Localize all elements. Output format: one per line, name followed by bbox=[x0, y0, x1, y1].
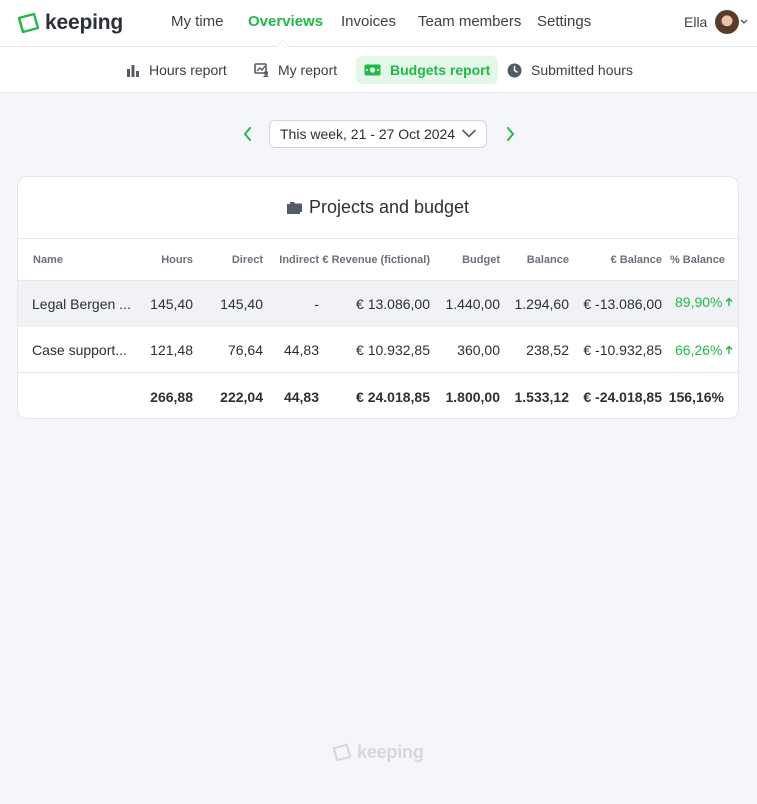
totals-row: 266,88 222,04 44,83 € 24.018,85 1.800,00… bbox=[18, 374, 738, 418]
card-header: Projects and budget bbox=[18, 177, 738, 239]
hours-value: 121,48 bbox=[150, 341, 193, 358]
chevron-right-icon bbox=[506, 127, 514, 141]
folder-icon bbox=[286, 202, 302, 214]
keeping-logo-icon bbox=[17, 12, 40, 34]
chevron-left-icon bbox=[243, 127, 251, 141]
avatar bbox=[715, 10, 740, 34]
active-nav-caret bbox=[276, 39, 290, 47]
footer-logo: keeping bbox=[332, 742, 424, 763]
table-row[interactable]: Case support... 121,48 76,64 44,83 € 10.… bbox=[18, 327, 738, 373]
tab-my-report[interactable]: My report bbox=[246, 56, 345, 84]
column-header[interactable]: € Revenue (fictional) bbox=[322, 240, 430, 280]
app-name: keeping bbox=[45, 11, 123, 34]
nav-my-time[interactable]: My time bbox=[171, 13, 224, 30]
column-header[interactable]: Indirect bbox=[279, 240, 319, 280]
total-balance: 1.533,12 bbox=[514, 389, 570, 405]
project-name[interactable]: Legal Bergen ... bbox=[32, 281, 131, 327]
money-icon bbox=[364, 64, 381, 76]
previous-period-button[interactable] bbox=[238, 124, 256, 144]
total-eur-balance: € -24.018,85 bbox=[583, 389, 662, 405]
total-hours: 266,88 bbox=[150, 389, 193, 405]
balance-value: 238,52 bbox=[526, 341, 569, 358]
project-name[interactable]: Case support... bbox=[32, 327, 127, 372]
bar-chart-icon bbox=[127, 65, 139, 77]
indirect-value: 44,83 bbox=[283, 341, 319, 358]
column-header[interactable]: Budget bbox=[462, 240, 500, 280]
balance-value: 1.294,60 bbox=[514, 296, 570, 312]
tab-submitted-hours[interactable]: Submitted hours bbox=[499, 56, 641, 84]
budget-value: 360,00 bbox=[457, 341, 500, 358]
budget-value: 1.440,00 bbox=[445, 296, 501, 312]
tab-label: Hours report bbox=[149, 62, 227, 78]
column-header[interactable]: Balance bbox=[527, 240, 569, 280]
tab-hours-report[interactable]: Hours report bbox=[118, 56, 235, 84]
tab-label: Submitted hours bbox=[531, 62, 633, 78]
tab-budgets-report[interactable]: Budgets report bbox=[356, 56, 499, 84]
period-label: This week, 21 - 27 Oct 2024 bbox=[280, 126, 456, 142]
user-chart-icon bbox=[254, 63, 269, 77]
column-header[interactable]: Name bbox=[33, 240, 63, 280]
chevron-down-icon bbox=[740, 19, 748, 24]
app-logo[interactable]: keeping bbox=[17, 11, 123, 35]
nav-overviews[interactable]: Overviews bbox=[248, 13, 323, 30]
direct-value: 76,64 bbox=[227, 341, 263, 358]
user-menu[interactable]: Ella bbox=[684, 10, 748, 34]
pct-balance-text: 89,90% bbox=[675, 294, 723, 310]
report-tabs: Hours report My report Budgets report Su… bbox=[0, 47, 757, 93]
card-title: Projects and budget bbox=[308, 197, 470, 217]
total-revenue: € 24.018,85 bbox=[356, 389, 430, 405]
user-name: Ella bbox=[684, 14, 708, 30]
total-pct-balance: 156,16% bbox=[668, 389, 724, 405]
direct-value: 145,40 bbox=[220, 296, 263, 312]
revenue-value: € 10.932,85 bbox=[356, 341, 430, 358]
hours-value: 145,40 bbox=[150, 296, 193, 312]
total-direct: 222,04 bbox=[220, 389, 263, 405]
chevron-down-icon bbox=[462, 129, 476, 138]
nav-invoices[interactable]: Invoices bbox=[341, 13, 396, 30]
top-navigation: keeping My time Overviews Invoices Team … bbox=[0, 0, 757, 47]
indirect-value: - bbox=[314, 296, 319, 312]
column-header[interactable]: % Balance bbox=[670, 240, 725, 280]
period-select[interactable]: This week, 21 - 27 Oct 2024 bbox=[269, 120, 487, 148]
total-indirect: 44,83 bbox=[283, 389, 319, 405]
pct-balance-value: 89,90% bbox=[675, 279, 733, 325]
keeping-logo-icon bbox=[332, 743, 352, 762]
pct-balance-text: 66,26% bbox=[675, 341, 723, 358]
column-header[interactable]: Hours bbox=[161, 240, 193, 280]
revenue-value: € 13.086,00 bbox=[356, 296, 430, 312]
projects-budget-card: Projects and budget Name Hours Direct In… bbox=[17, 176, 739, 419]
eur-balance-value: € -10.932,85 bbox=[583, 341, 662, 358]
footer-brand: keeping bbox=[357, 742, 424, 762]
next-period-button[interactable] bbox=[501, 124, 519, 144]
total-budget: 1.800,00 bbox=[445, 389, 501, 405]
eur-balance-value: € -13.086,00 bbox=[583, 296, 662, 312]
table-header: Name Hours Direct Indirect € Revenue (fi… bbox=[18, 240, 738, 281]
nav-settings[interactable]: Settings bbox=[537, 13, 591, 30]
column-header[interactable]: € Balance bbox=[611, 240, 662, 280]
arrow-up-icon bbox=[725, 297, 733, 306]
tab-label: Budgets report bbox=[390, 62, 491, 78]
arrow-up-icon bbox=[725, 345, 733, 354]
pct-balance-value: 66,26% bbox=[675, 327, 733, 372]
nav-team-members[interactable]: Team members bbox=[418, 13, 521, 30]
clock-icon bbox=[507, 63, 522, 77]
table-row[interactable]: Legal Bergen ... 145,40 145,40 - € 13.08… bbox=[18, 281, 738, 327]
column-header[interactable]: Direct bbox=[232, 240, 263, 280]
tab-label: My report bbox=[278, 62, 338, 78]
